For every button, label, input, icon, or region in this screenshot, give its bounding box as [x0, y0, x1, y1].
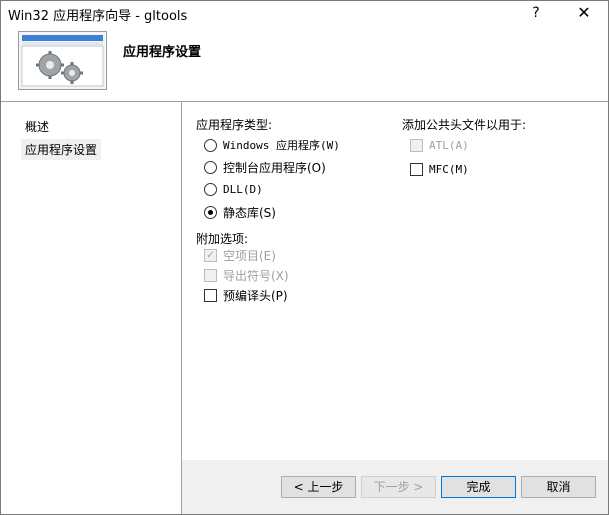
checkbox-atl[interactable]: ATL(A)	[410, 137, 469, 153]
radio-button[interactable]	[204, 160, 217, 174]
checkbox-precompiled-header-label: 预编译头(P)	[223, 288, 288, 303]
checkbox[interactable]	[204, 288, 217, 302]
page-title: 应用程序设置	[123, 45, 202, 60]
sidebar-item-app-settings[interactable]: 应用程序设置	[21, 139, 102, 160]
radio-dll-label: DLL(D)	[223, 182, 263, 196]
common-headers-label: 添加公共头文件以用于:	[402, 118, 527, 132]
radio-console-app[interactable]: 控制台应用程序(O)	[204, 159, 326, 175]
radio-console-app-label: 控制台应用程序(O)	[223, 160, 326, 175]
checkbox-empty-project-label: 空项目(E)	[223, 248, 276, 263]
wizard-header: 应用程序设置	[1, 25, 608, 102]
close-icon[interactable]: ✕	[562, 1, 606, 25]
checkbox-empty-project[interactable]: ✓ 空项目(E)	[204, 247, 276, 263]
wizard-content: 应用程序类型: Windows 应用程序(W) 控制台应用程序(O) DLL(D…	[182, 102, 608, 514]
cancel-button[interactable]: 取消	[521, 476, 596, 498]
checkbox-mfc-label: MFC(M)	[429, 162, 469, 176]
checkbox[interactable]: ✓	[204, 248, 217, 262]
checkbox-precompiled-header[interactable]: 预编译头(P)	[204, 287, 288, 303]
radio-windows-app-label: Windows 应用程序(W)	[223, 139, 340, 152]
checkbox[interactable]	[410, 138, 423, 152]
sidebar-item-overview[interactable]: 概述	[21, 116, 53, 137]
radio-button-selected[interactable]	[204, 205, 217, 219]
checkbox[interactable]	[410, 162, 423, 176]
radio-dll[interactable]: DLL(D)	[204, 181, 263, 197]
radio-static-lib-label: 静态库(S)	[223, 205, 276, 220]
next-button[interactable]: 下一步 >	[361, 476, 436, 498]
finish-button[interactable]: 完成	[441, 476, 516, 498]
checkbox-export-symbols-label: 导出符号(X)	[223, 268, 289, 283]
wizard-window: Win32 应用程序向导 - gltools ? ✕ 应用程序设置 概述 应用程…	[0, 0, 609, 515]
help-icon[interactable]: ?	[514, 1, 558, 25]
settings-panel: 应用程序类型: Windows 应用程序(W) 控制台应用程序(O) DLL(D…	[182, 102, 608, 460]
radio-button[interactable]	[204, 138, 217, 152]
title-bar: Win32 应用程序向导 - gltools ? ✕	[1, 1, 608, 25]
checkbox-export-symbols[interactable]: 导出符号(X)	[204, 267, 289, 283]
window-title: Win32 应用程序向导 - gltools	[8, 9, 188, 24]
previous-button[interactable]: < 上一步	[281, 476, 356, 498]
checkbox[interactable]	[204, 268, 217, 282]
checkbox-mfc[interactable]: MFC(M)	[410, 161, 469, 177]
wizard-sidebar: 概述 应用程序设置	[1, 102, 182, 514]
radio-windows-app[interactable]: Windows 应用程序(W)	[204, 137, 340, 153]
radio-button[interactable]	[204, 182, 217, 196]
wizard-gears-image	[18, 31, 107, 90]
extra-options-label: 附加选项:	[196, 232, 249, 246]
checkbox-atl-label: ATL(A)	[429, 138, 469, 152]
app-type-label: 应用程序类型:	[196, 118, 273, 132]
radio-static-lib[interactable]: 静态库(S)	[204, 204, 276, 220]
